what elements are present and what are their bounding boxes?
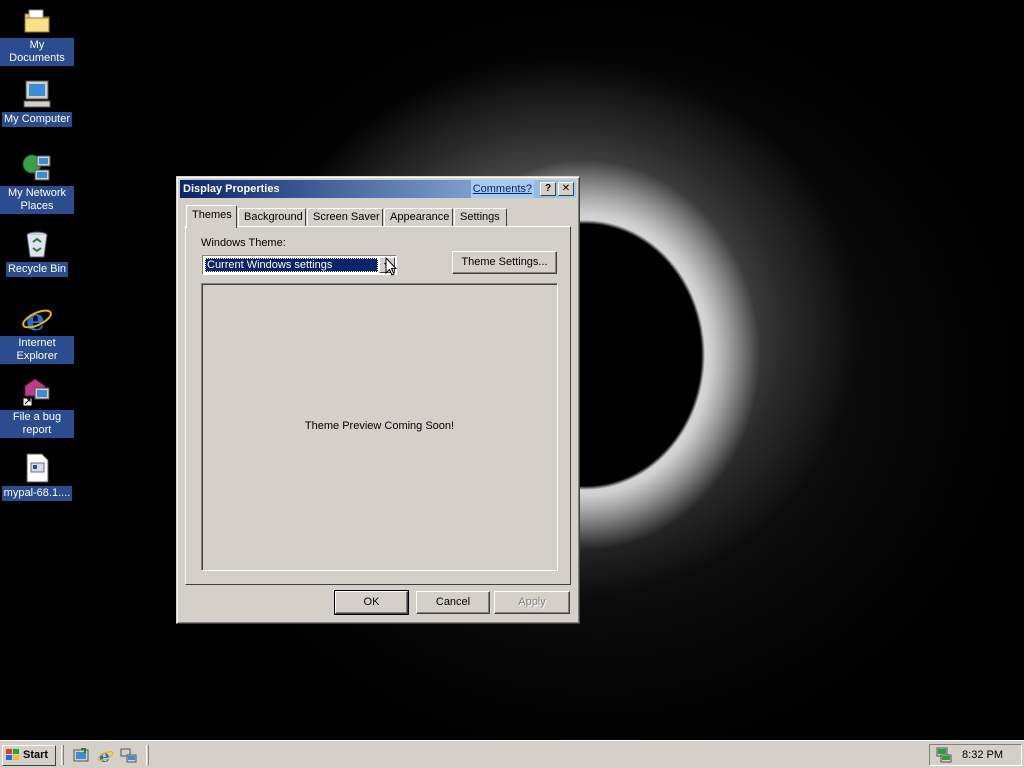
- desktop-icon-my-documents[interactable]: My Documents: [0, 4, 74, 66]
- network-places-icon: [21, 152, 53, 184]
- tab-themes[interactable]: Themes: [186, 205, 237, 228]
- start-label: Start: [23, 749, 49, 761]
- system-tray: 8:32 PM: [929, 744, 1022, 766]
- theme-preview: Theme Preview Coming Soon!: [201, 283, 558, 571]
- tab-background[interactable]: Background: [238, 208, 306, 227]
- recycle-bin-icon: [21, 228, 53, 260]
- clock[interactable]: 8:32 PM: [962, 749, 1003, 761]
- theme-settings-button[interactable]: Theme Settings...: [452, 251, 557, 274]
- desktop-icon-label: Recycle Bin: [5, 262, 69, 277]
- my-documents-icon: [21, 4, 53, 36]
- tab-screen-saver[interactable]: Screen Saver: [307, 208, 383, 227]
- desktop-icon-internet-explorer[interactable]: e Internet Explorer: [0, 302, 74, 364]
- taskbar: Start e 8:32 PM: [0, 740, 1024, 768]
- my-computer-icon: [21, 78, 53, 110]
- desktop-icon-label: mypal-68.1....: [1, 486, 73, 501]
- themes-panel: Windows Theme: Current Windows settings …: [185, 226, 571, 585]
- desktop-icon-label: My Documents: [0, 38, 74, 66]
- internet-explorer-icon[interactable]: e: [97, 747, 114, 767]
- dialog-title: Display Properties: [183, 183, 280, 195]
- apply-button[interactable]: Apply: [494, 591, 570, 614]
- show-desktop-icon[interactable]: [73, 747, 90, 764]
- windows-theme-select[interactable]: Current Windows settings: [202, 255, 397, 275]
- windows-theme-label: Windows Theme:: [201, 237, 286, 249]
- desktop-icon-label: File a bug report: [0, 410, 74, 438]
- desktop-icon-my-computer[interactable]: My Computer: [0, 78, 74, 127]
- network-tray-icon[interactable]: [935, 747, 953, 763]
- ok-button[interactable]: OK: [334, 590, 409, 615]
- cancel-button[interactable]: Cancel: [416, 591, 490, 614]
- desktop: My Documents My Computer My Network Plac…: [0, 0, 1024, 740]
- display-properties-dialog: Display Properties Comments? ? ✕ Themes …: [176, 176, 580, 624]
- network-icon[interactable]: [120, 747, 137, 764]
- desktop-icon-network-places[interactable]: My Network Places: [0, 152, 74, 214]
- dialog-titlebar[interactable]: Display Properties Comments? ? ✕: [180, 180, 576, 198]
- windows-flag-icon: [6, 749, 20, 761]
- help-button[interactable]: ?: [540, 182, 556, 196]
- tab-settings[interactable]: Settings: [454, 208, 507, 227]
- desktop-icon-mypal[interactable]: mypal-68.1....: [0, 452, 74, 501]
- mouse-cursor-icon: [385, 256, 398, 276]
- comments-link[interactable]: Comments?: [470, 180, 534, 198]
- windows-theme-select-value: Current Windows settings: [205, 258, 378, 272]
- svg-text:e: e: [26, 303, 45, 334]
- internet-explorer-icon: e: [21, 302, 53, 338]
- desktop-icon-label: My Computer: [1, 112, 73, 127]
- desktop-icon-recycle-bin[interactable]: Recycle Bin: [0, 228, 74, 277]
- taskbar-grip[interactable]: [61, 745, 64, 765]
- close-button[interactable]: ✕: [558, 182, 574, 196]
- tab-appearance[interactable]: Appearance: [384, 208, 453, 227]
- start-button[interactable]: Start: [2, 745, 56, 766]
- theme-preview-message: Theme Preview Coming Soon!: [304, 420, 455, 432]
- taskbar-grip[interactable]: [146, 745, 149, 765]
- desktop-icon-bug-report[interactable]: File a bug report: [0, 376, 74, 438]
- desktop-icon-label: My Network Places: [0, 186, 74, 214]
- bug-report-icon: [21, 376, 53, 408]
- desktop-icon-label: Internet Explorer: [0, 336, 74, 364]
- file-icon: [21, 452, 53, 484]
